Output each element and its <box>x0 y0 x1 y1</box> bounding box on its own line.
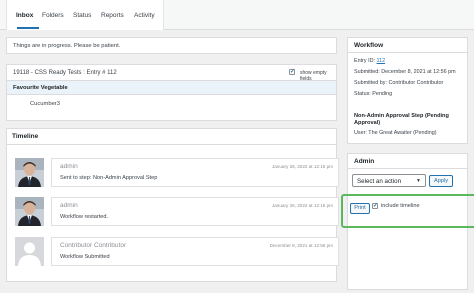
note-date: January 26, 2022 at 12:16 pm <box>271 164 333 169</box>
avatar-placeholder <box>15 237 44 266</box>
timeline-title: Timeline <box>12 133 39 140</box>
timeline-note: admin January 26, 2022 at 12:16 pm Workf… <box>51 197 339 226</box>
tab-folders[interactable]: Folders <box>42 12 64 19</box>
note-author: admin <box>60 202 78 209</box>
submitted-date: Submitted: December 8, 2021 at 12:56 pm <box>354 69 456 75</box>
include-timeline-label[interactable]: include timeline <box>381 203 420 209</box>
note-date: January 26, 2022 at 12:16 pm <box>271 203 333 208</box>
entry-id-label: Entry ID: <box>354 58 375 64</box>
timeline-note: Contributor Contributor December 8, 2021… <box>51 237 339 266</box>
avatar <box>15 197 44 226</box>
field-label-row: Favourite Vegetable <box>7 81 336 95</box>
timeline-note: admin January 26, 2022 at 12:16 pm Sent … <box>51 158 339 187</box>
workflow-panel: Workflow Entry ID: 112 Submitted: Decemb… <box>347 37 468 144</box>
tab-reports[interactable]: Reports <box>101 12 124 19</box>
note-text: Workflow Submitted <box>60 254 110 260</box>
divider <box>348 52 467 53</box>
divider <box>7 144 336 145</box>
chevron-down-icon: ▼ <box>416 178 421 184</box>
workflow-title: Workflow <box>354 42 384 49</box>
step-name-line-2: Approval) <box>354 120 381 126</box>
entry-detail: 19118 - CSS Ready Tests : Entry # 112 sh… <box>6 64 337 121</box>
select-value: Select an action <box>357 178 402 185</box>
step-assignee: User: The Great Awaiter (Pending) <box>354 130 437 136</box>
tab-status[interactable]: Status <box>73 12 91 19</box>
note-author: admin <box>60 163 78 170</box>
divider <box>348 168 467 169</box>
tab-activity[interactable]: Activity <box>134 12 155 19</box>
include-timeline-checkbox[interactable] <box>372 202 378 209</box>
entry-id-link[interactable]: 112 <box>376 58 385 64</box>
timeline-panel: Timeline admin January 26, 2022 at 12:16… <box>6 128 339 282</box>
entry-id-row: Entry ID: 112 <box>354 58 385 64</box>
notice-text: Things are in progress. Please be patien… <box>13 43 121 49</box>
show-empty-checkbox[interactable] <box>289 68 295 75</box>
submitted-by: Submitted by: Contributor Contributor <box>354 80 444 86</box>
user-photo-icon <box>15 158 44 187</box>
avatar <box>15 158 44 187</box>
progress-notice: Things are in progress. Please be patien… <box>6 37 337 54</box>
apply-button[interactable]: Apply <box>429 175 453 187</box>
active-tab-indicator <box>17 27 39 29</box>
tab-inbox[interactable]: Inbox <box>16 12 33 19</box>
note-text: Workflow restarted. <box>60 214 109 220</box>
nav-tabs: Inbox Folders Status Reports Activity <box>0 0 474 30</box>
note-text: Sent to step: Non-Admin Approval Step <box>60 175 158 181</box>
user-photo-icon <box>15 197 44 226</box>
admin-action-select[interactable]: Select an action ▼ <box>352 174 426 187</box>
current-step: Non-Admin Approval Step (Pending Approva… <box>354 113 469 127</box>
step-name-line-1: Non-Admin Approval Step (Pending <box>354 113 449 119</box>
workflow-status: Status: Pending <box>354 91 393 97</box>
field-label: Favourite Vegetable <box>13 85 68 91</box>
print-button[interactable]: Print <box>350 203 370 214</box>
field-value: Cucumber3 <box>30 101 60 107</box>
note-author: Contributor Contributor <box>60 242 127 249</box>
admin-title: Admin <box>354 158 375 165</box>
default-avatar-icon <box>15 237 44 266</box>
entry-header: 19118 - CSS Ready Tests : Entry # 112 sh… <box>7 65 336 82</box>
tabs-bar: Inbox Folders Status Reports Activity <box>6 0 164 30</box>
entry-title: 19118 - CSS Ready Tests : Entry # 112 <box>13 70 117 76</box>
note-date: December 8, 2021 at 12:56 pm <box>269 243 333 248</box>
